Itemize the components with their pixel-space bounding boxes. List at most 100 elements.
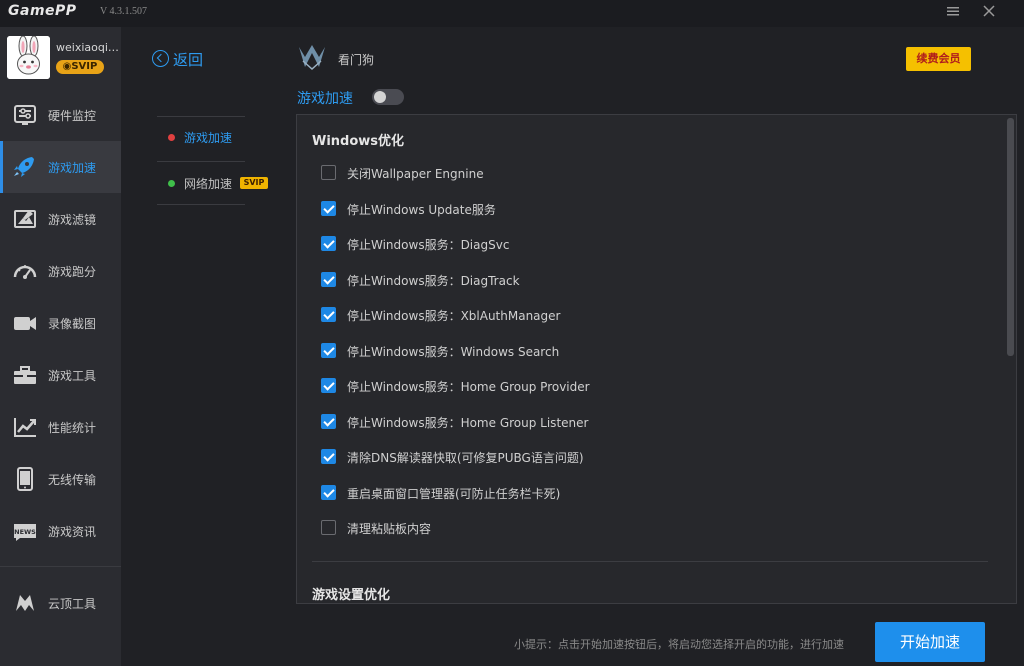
option-close-wallpaper-engine[interactable]: 关闭Wallpaper Engnine	[321, 163, 981, 183]
svip-tag: SVIP	[240, 177, 268, 189]
camera-icon	[12, 311, 38, 335]
acceleration-toggle[interactable]	[372, 89, 404, 105]
sidebar-item-label: 游戏工具	[48, 369, 97, 383]
game-acceleration-title: 游戏加速	[297, 91, 353, 107]
scrollbar[interactable]	[1006, 115, 1016, 603]
sidebar-divider	[0, 566, 121, 567]
option-label: 停止Windows服务：Windows Search	[347, 345, 560, 359]
option-stop-home-group-listener[interactable]: 停止Windows服务：Home Group Listener	[321, 412, 981, 432]
rocket-icon	[12, 155, 38, 179]
sidebar-item-label: 性能统计	[48, 421, 97, 435]
checkbox[interactable]	[321, 414, 336, 429]
back-icon	[152, 50, 169, 67]
sidebar-item-game-acceleration[interactable]: 游戏加速	[0, 141, 121, 193]
option-label: 关闭Wallpaper Engnine	[347, 167, 484, 181]
toolbox-icon	[12, 363, 38, 387]
sidebar-item-cloud-tools[interactable]: 云顶工具	[0, 577, 121, 629]
cloud-top-icon	[12, 591, 38, 615]
sidebar-item-label: 云顶工具	[48, 597, 97, 611]
toggle-knob	[374, 91, 386, 103]
checkbox[interactable]	[321, 520, 336, 535]
option-label: 停止Windows服务：DiagTrack	[347, 274, 520, 288]
sidebar-item-label: 无线传输	[48, 473, 97, 487]
option-stop-home-group-provider[interactable]: 停止Windows服务：Home Group Provider	[321, 376, 981, 396]
option-label: 停止Windows服务：Home Group Listener	[347, 416, 589, 430]
close-icon[interactable]	[980, 4, 998, 22]
svip-badge: ◉SVIP	[56, 60, 104, 74]
checkbox[interactable]	[321, 449, 336, 464]
sidebar: weixiaoqia... ◉SVIP 硬件监控 游戏加速 游戏滤镜 游戏跑分 …	[0, 27, 121, 666]
option-clear-clipboard[interactable]: 清理粘贴板内容	[321, 518, 981, 538]
subnav-item-network-acceleration[interactable]: 网络加速 SVIP	[158, 163, 278, 203]
sidebar-item-performance-stats[interactable]: 性能统计	[0, 401, 121, 453]
option-clear-dns-cache[interactable]: 清除DNS解读器快取(可修复PUBG语言问题)	[321, 447, 981, 467]
svip-badge-label: SVIP	[71, 61, 98, 72]
checkbox[interactable]	[321, 272, 336, 287]
renew-membership-button[interactable]: 续费会员	[906, 47, 971, 71]
section-divider	[312, 561, 988, 562]
sidebar-item-news[interactable]: NEWS 游戏资讯	[0, 505, 121, 557]
subnav-label: 游戏加速	[184, 131, 233, 145]
news-icon: NEWS	[12, 519, 38, 543]
app-logo: GamePP	[8, 3, 77, 19]
option-stop-diagtrack[interactable]: 停止Windows服务：DiagTrack	[321, 270, 981, 290]
subnav-divider	[157, 204, 245, 205]
section-title-game-settings: 游戏设置优化	[312, 588, 391, 603]
sidebar-nav: 硬件监控 游戏加速 游戏滤镜 游戏跑分 录像截图 游戏工具 性能统计 无线传输 …	[0, 89, 121, 557]
speedometer-icon	[12, 259, 38, 283]
option-label: 停止Windows服务：Home Group Provider	[347, 380, 590, 394]
checkbox[interactable]	[321, 236, 336, 251]
svg-text:NEWS: NEWS	[14, 528, 36, 536]
option-stop-windows-update[interactable]: 停止Windows Update服务	[321, 199, 981, 219]
sidebar-item-label: 游戏资讯	[48, 525, 97, 539]
sidebar-item-wireless[interactable]: 无线传输	[0, 453, 121, 505]
sidebar-item-game-filter[interactable]: 游戏滤镜	[0, 193, 121, 245]
option-label: 停止Windows服务：DiagSvc	[347, 238, 510, 252]
option-label: 停止Windows服务：XblAuthManager	[347, 309, 561, 323]
checkbox[interactable]	[321, 343, 336, 358]
checkbox[interactable]	[321, 307, 336, 322]
user-profile[interactable]: weixiaoqia... ◉SVIP	[0, 27, 121, 89]
optimization-panel: Windows优化 关闭Wallpaper Engnine 停止Windows …	[296, 114, 1017, 604]
option-stop-windows-search[interactable]: 停止Windows服务：Windows Search	[321, 341, 981, 361]
watchdog-label: 看门狗	[338, 53, 375, 67]
section-title-windows: Windows优化	[312, 134, 405, 149]
subnav-item-game-acceleration[interactable]: 游戏加速	[158, 117, 278, 157]
menu-icon[interactable]	[944, 4, 962, 22]
filter-icon	[12, 207, 38, 231]
sidebar-item-benchmark[interactable]: 游戏跑分	[0, 245, 121, 297]
sidebar-item-label: 游戏滤镜	[48, 213, 97, 227]
username: weixiaoqia...	[56, 41, 120, 54]
rabbit-avatar[interactable]	[7, 36, 50, 79]
checkbox[interactable]	[321, 378, 336, 393]
scrollbar-thumb[interactable]	[1007, 118, 1014, 356]
checkbox[interactable]	[321, 201, 336, 216]
sidebar-item-label: 游戏加速	[48, 161, 97, 175]
subnav-label: 网络加速	[184, 177, 233, 191]
sidebar-item-label: 游戏跑分	[48, 265, 97, 279]
sidebar-item-hardware-monitor[interactable]: 硬件监控	[0, 89, 121, 141]
sidebar-item-game-tools[interactable]: 游戏工具	[0, 349, 121, 401]
option-label: 清除DNS解读器快取(可修复PUBG语言问题)	[347, 451, 584, 465]
checkbox[interactable]	[321, 485, 336, 500]
checkbox[interactable]	[321, 165, 336, 180]
status-dot	[168, 180, 175, 187]
sidebar-item-label: 硬件监控	[48, 109, 97, 123]
watchdog-icon	[297, 43, 327, 71]
option-label: 停止Windows Update服务	[347, 203, 496, 217]
option-stop-xblauthmanager[interactable]: 停止Windows服务：XblAuthManager	[321, 305, 981, 325]
title-bar[interactable]: GamePP V 4.3.1.507	[0, 0, 1024, 27]
version-label: V 4.3.1.507	[100, 6, 148, 17]
status-dot	[168, 134, 175, 141]
sidebar-item-label: 录像截图	[48, 317, 97, 331]
start-acceleration-button[interactable]: 开始加速	[875, 622, 985, 662]
sidebar-item-recording[interactable]: 录像截图	[0, 297, 121, 349]
tip-text: 小提示：点击开始加速按钮后，将启动您选择开启的功能，进行加速	[514, 638, 844, 651]
subnav-divider	[157, 161, 245, 162]
phone-icon	[12, 467, 38, 491]
gamepp-window: GamePP V 4.3.1.507 weixiaoqia... ◉SVIP 硬…	[0, 0, 1024, 666]
option-label: 清理粘贴板内容	[347, 522, 432, 536]
option-restart-dwm[interactable]: 重启桌面窗口管理器(可防止任务栏卡死)	[321, 483, 981, 503]
option-stop-diagsvc[interactable]: 停止Windows服务：DiagSvc	[321, 234, 981, 254]
back-label: 返回	[173, 51, 204, 69]
